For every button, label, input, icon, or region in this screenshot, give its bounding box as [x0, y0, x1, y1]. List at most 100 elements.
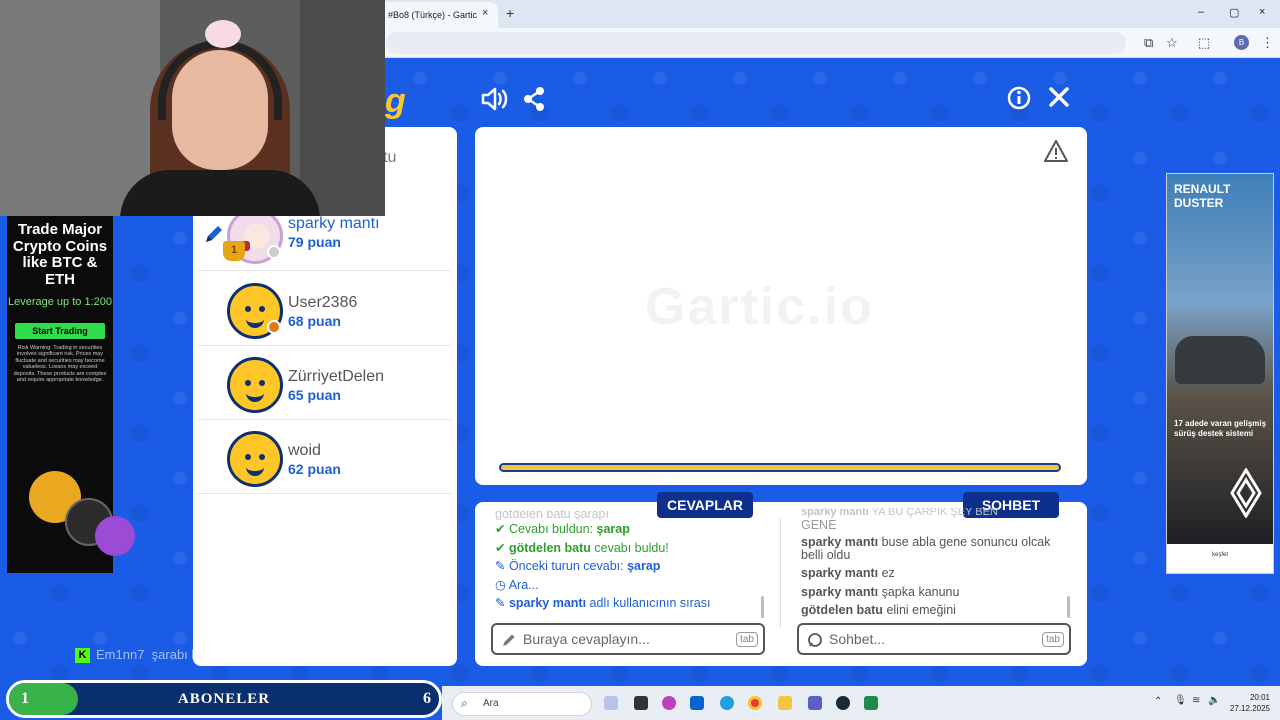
ad-headline: Trade Major Crypto Coins like BTC & ETH [12, 221, 108, 288]
steam-icon[interactable] [836, 696, 850, 710]
ad-leverage: Leverage up to 1:200 [8, 296, 112, 308]
player-points: 65 puan [288, 387, 341, 403]
chat-bubble-icon [808, 633, 822, 647]
task-view-icon[interactable] [634, 696, 648, 710]
ad-slogan: 17 adede varan gelişmiş sürüş destek sis… [1174, 419, 1267, 438]
car-image [1175, 336, 1265, 384]
player-row[interactable]: ZürriyetDelen 65 puan [197, 346, 451, 420]
new-tab-icon[interactable]: + [506, 5, 514, 21]
ad-risk-warning: Risk Warning: Trading in securities invo… [13, 344, 107, 384]
kick-logo-icon: K [75, 648, 90, 664]
list-item: GENE [801, 518, 837, 532]
info-icon[interactable] [1007, 86, 1031, 110]
gartic-logo: g [385, 82, 406, 120]
list-item: sparky mantı ez [801, 566, 895, 580]
list-item: götdelen batu şarapı [495, 510, 609, 520]
windows-taskbar: ⌕ Ara ⌃ 🎙 ≋ 🔈 20:01 27.12.2025 [442, 686, 1280, 720]
microphone-icon[interactable]: 🎙 [1174, 695, 1187, 706]
player-name: woid [288, 442, 321, 459]
round-label: tu [383, 149, 397, 166]
status-dot [267, 245, 281, 259]
outlook-icon[interactable] [690, 696, 704, 710]
taskbar-clock[interactable]: 20:01 27.12.2025 [1222, 692, 1270, 714]
chrome-icon[interactable] [748, 696, 762, 710]
answer-field[interactable]: tab [491, 623, 765, 655]
discover-link[interactable]: keşfet [1167, 552, 1273, 558]
close-window-icon[interactable]: × [1259, 6, 1265, 18]
menu-dots-icon[interactable]: ⋮ [1261, 35, 1274, 51]
edge-icon[interactable] [720, 696, 734, 710]
panel-divider [780, 518, 781, 628]
crypto-ad[interactable]: Trade Major Crypto Coins like BTC & ETH … [7, 216, 135, 573]
volume-icon[interactable]: 🔈 [1208, 695, 1220, 706]
player-row[interactable]: User2386 68 puan [197, 272, 451, 346]
list-item: götdelen batu elini emeğini [801, 603, 956, 617]
browser-tab[interactable]: #Bo8 (Türkçe) - Gartic [378, 2, 498, 28]
tab-title: #Bo8 (Türkçe) - Gartic [388, 10, 478, 20]
clock-icon: ◷ [495, 577, 509, 592]
list-item: ✎ sparky mantı adlı kullanıcının sırası [495, 596, 711, 610]
answers-log: götdelen batu şarapı ✔ Cevabı buldun: şa… [495, 510, 765, 613]
search-icon: ⌕ [461, 696, 468, 710]
ad-brand: RENAULT DUSTER [1174, 182, 1231, 210]
sound-icon[interactable] [480, 86, 508, 112]
list-item: ✎ Önceki turun cevabı: şarap [495, 559, 661, 573]
file-explorer-icon[interactable] [778, 696, 792, 710]
share-icon[interactable] [522, 86, 546, 112]
maximize-icon[interactable]: ▢ [1229, 6, 1239, 19]
teams-icon[interactable] [808, 696, 822, 710]
player-name: ZürriyetDelen [288, 368, 385, 385]
sub-goal: 6 [423, 690, 431, 707]
copilot-icon[interactable] [662, 696, 676, 710]
renault-ad[interactable]: RENAULT DUSTER 17 adede varan gelişmiş s… [1166, 173, 1274, 574]
report-warning-icon[interactable] [1043, 139, 1069, 163]
player-name: sparky mantı [288, 215, 380, 232]
cast-icon[interactable]: ⧉ [1144, 35, 1153, 51]
chat-user: Em1nn7 [96, 647, 145, 662]
url-input[interactable] [386, 32, 1126, 54]
chat-text: şarabı böyle çizdi [151, 647, 253, 662]
rank-trophy-icon: 1 [223, 241, 245, 261]
chat-field[interactable]: tab [797, 623, 1071, 655]
answers-chat-panel: CEVAPLAR SOHBET götdelen batu şarapı ✔ C… [475, 492, 1087, 666]
taskbar-search-label: Ara [483, 698, 499, 709]
player-points: 62 puan [288, 461, 341, 477]
round-timer-bar [499, 463, 1061, 472]
wifi-icon[interactable]: ≋ [1192, 695, 1200, 706]
list-item: ✔ götdelen batu cevabı buldu! [495, 540, 669, 555]
close-game-icon[interactable] [1048, 86, 1070, 108]
answers-scrollbar[interactable] [761, 596, 764, 618]
chat-input[interactable] [829, 630, 1029, 648]
pencil-icon: ✎ [495, 596, 509, 610]
chat-scrollbar[interactable] [1067, 596, 1070, 618]
widgets-icon[interactable] [604, 696, 618, 710]
profile-avatar[interactable]: B [1234, 35, 1249, 50]
answer-input[interactable] [523, 630, 723, 648]
status-dot [267, 320, 281, 334]
taskbar-search[interactable]: ⌕ Ara [452, 692, 592, 716]
player-row[interactable]: woid 62 puan [197, 420, 451, 494]
drawing-pencil-icon [206, 226, 222, 242]
avatar [227, 357, 283, 413]
bookmark-star-icon[interactable]: ☆ [1166, 35, 1178, 51]
tab-key-hint: tab [736, 632, 758, 647]
app-icon[interactable] [864, 696, 878, 710]
player-points: 79 puan [288, 234, 341, 250]
bunny-headband-icon [205, 20, 241, 48]
player-name: User2386 [288, 294, 358, 311]
tray-chevron-icon[interactable]: ⌃ [1154, 696, 1162, 707]
stream-chat-message: K Em1nn7 şarabı böyle çizdi [75, 647, 253, 664]
list-item: sparky mantı şapka kanunu [801, 584, 960, 599]
clock-time: 20:01 [1249, 693, 1270, 702]
extensions-icon[interactable]: ⬚ [1198, 35, 1210, 51]
pencil-icon: ✎ [495, 559, 509, 573]
webcam-overlay [0, 0, 385, 216]
avatar [227, 431, 283, 487]
solana-coin-icon [95, 516, 135, 556]
drawing-canvas[interactable]: Gartic.io [475, 127, 1087, 485]
chat-log: sparky mantı YA BU ÇARPIK ŞEY BEN GENE s… [801, 508, 1063, 620]
minimize-icon[interactable]: – [1198, 6, 1204, 18]
start-trading-button[interactable]: Start Trading [15, 322, 105, 339]
pencil-icon [503, 634, 515, 646]
tab-close-icon[interactable]: × [482, 7, 488, 19]
